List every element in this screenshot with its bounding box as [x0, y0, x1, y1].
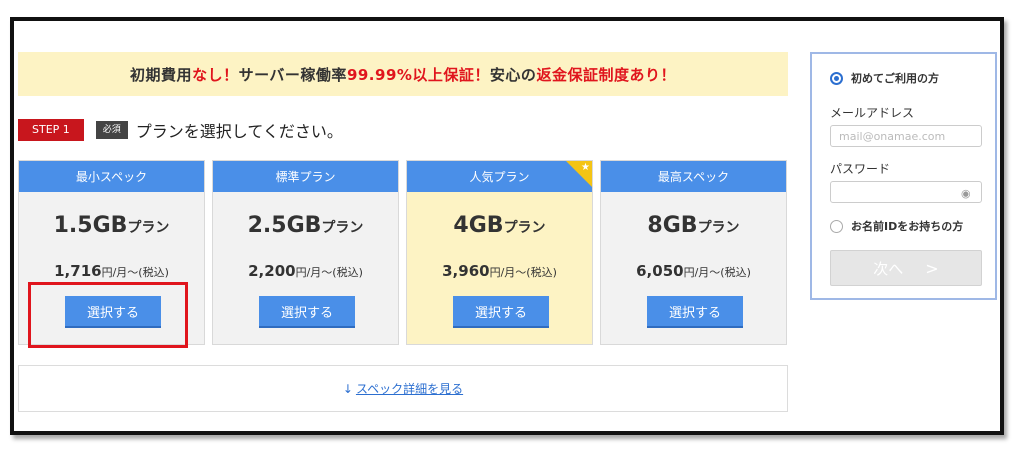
next-button[interactable]: 次へ >: [830, 250, 982, 286]
plan-card-4gb: 人気プラン ★ 4GBプラン 3,960円/月～(税込) 選択する: [406, 160, 593, 345]
password-field[interactable]: [830, 181, 982, 203]
email-label: メールアドレス: [830, 106, 915, 120]
select-plan-button[interactable]: 選択する: [647, 296, 743, 328]
login-panel: 初めてご利用の方 メールアドレス パスワード ◉ お名前IDをお持ちの方 次へ …: [810, 52, 997, 300]
banner-text-4: 99.99%以上保証！: [346, 65, 490, 84]
plan-card-header: 最高スペック: [601, 161, 786, 192]
plan-name: 2.5GBプラン: [247, 213, 364, 238]
plan-price: 6,050円/月～(税込): [636, 262, 751, 280]
radio-unchecked-icon[interactable]: [830, 219, 843, 233]
required-badge: 必須: [95, 121, 128, 139]
next-label: 次へ: [873, 259, 904, 278]
step-title: プランを選択してください。: [135, 122, 343, 141]
plan-card-header: 人気プラン: [407, 161, 592, 192]
plan-name: 4GBプラン: [453, 213, 546, 238]
plan-card-2-5gb: 標準プラン 2.5GBプラン 2,200円/月～(税込) 選択する: [212, 160, 399, 345]
down-arrow-icon: ↓: [342, 381, 353, 396]
banner-text-5: 安心の: [489, 65, 537, 84]
has-id-label: お名前IDをお持ちの方: [851, 220, 964, 233]
step-heading: STEP 1 必須 プランを選択してください。: [18, 118, 343, 142]
promo-banner: 初期費用 なし！ サーバー稼働率 99.99%以上保証！ 安心の 返金保証制度あり！: [18, 52, 788, 96]
password-label: パスワード: [830, 162, 891, 176]
spec-detail-link[interactable]: スペック詳細を見る: [356, 380, 463, 397]
highlight-box: [28, 282, 188, 348]
has-id-option[interactable]: お名前IDをお持ちの方: [830, 218, 963, 234]
plan-card-header: 最小スペック: [19, 161, 204, 192]
banner-text-2: なし！: [192, 65, 239, 84]
banner-text-3: サーバー稼働率: [238, 65, 347, 84]
plan-price: 2,200円/月～(税込): [248, 262, 363, 280]
chevron-right-icon: >: [925, 258, 939, 278]
plan-name: 8GBプラン: [647, 213, 740, 238]
plan-price: 1,716円/月～(税込): [54, 262, 169, 280]
banner-text-6: 返金保証制度あり！: [536, 65, 676, 84]
popular-star-icon: ★: [566, 161, 592, 187]
plan-card-8gb: 最高スペック 8GBプラン 6,050円/月～(税込) 選択する: [600, 160, 787, 345]
select-plan-button[interactable]: 選択する: [453, 296, 549, 328]
first-time-option[interactable]: 初めてご利用の方: [830, 70, 939, 86]
plan-card-header: 標準プラン: [213, 161, 398, 192]
email-field[interactable]: [830, 125, 982, 147]
plan-name: 1.5GBプラン: [53, 213, 170, 238]
first-time-label: 初めてご利用の方: [851, 72, 939, 85]
spec-detail-box: ↓ スペック詳細を見る: [18, 365, 788, 412]
eye-icon[interactable]: ◉: [961, 187, 971, 200]
select-plan-button[interactable]: 選択する: [259, 296, 355, 328]
radio-checked-icon[interactable]: [830, 71, 843, 85]
plan-price: 3,960円/月～(税込): [442, 262, 557, 280]
step-badge: STEP 1: [18, 119, 84, 141]
banner-text-1: 初期費用: [130, 65, 193, 84]
